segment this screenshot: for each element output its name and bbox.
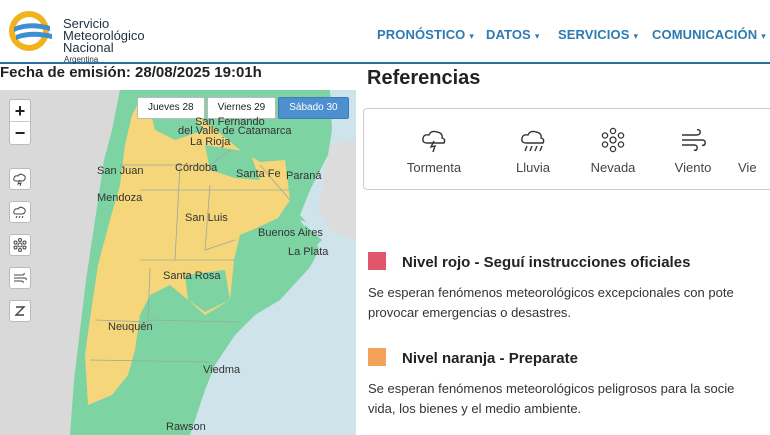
label-san-juan: San Juan	[97, 165, 144, 177]
nav-comunicacion-label: COMUNICACIÓN	[652, 27, 758, 42]
fecha-emision: Fecha de emisión: 28/08/2025 19:01h	[0, 64, 262, 81]
ref-partial: Vie	[738, 125, 770, 175]
nav-servicios-label: SERVICIOS	[558, 27, 630, 42]
layer-rain-button[interactable]	[9, 201, 31, 223]
referencias-title: Referencias	[367, 67, 481, 89]
rain-icon	[521, 130, 545, 152]
label-buenos-aires: Buenos Aires	[258, 227, 323, 239]
label-san-luis: San Luis	[185, 212, 228, 224]
label-mendoza: Mendoza	[97, 192, 143, 204]
chevron-down-icon: ▾	[633, 31, 639, 41]
ref-lluvia-label: Lluvia	[516, 160, 550, 175]
nivel-rojo-desc-2: provocar emergencias o desastres.	[368, 305, 572, 320]
ref-nevada: Nevada	[578, 125, 648, 175]
chevron-down-icon: ▾	[534, 31, 540, 41]
label-cordoba: Córdoba	[175, 162, 218, 174]
label-neuquen: Neuquén	[108, 321, 153, 333]
nivel-naranja-swatch	[368, 348, 386, 366]
nav-datos[interactable]: DATOS ▾	[486, 27, 539, 42]
snow-icon	[601, 127, 625, 153]
nivel-naranja-desc-1: Se esperan fenómenos meteorológicos peli…	[368, 381, 735, 396]
logo-text: Servicio Meteorológico Nacional Argentin…	[63, 17, 145, 66]
label-la-rioja: La Rioja	[190, 136, 231, 148]
smn-logo[interactable]: Servicio Meteorológico Nacional Argentin…	[6, 8, 146, 64]
page: Servicio Meteorológico Nacional Argentin…	[0, 0, 770, 435]
label-parana: Paraná	[286, 170, 322, 182]
zonda-icon	[14, 306, 26, 316]
zoom-out-button[interactable]: −	[10, 122, 30, 144]
wind-icon	[682, 128, 706, 152]
storm-icon	[422, 130, 446, 153]
storm-icon	[13, 173, 26, 187]
ref-viento: Viento	[658, 125, 728, 175]
zoom-in-button[interactable]: +	[10, 100, 30, 122]
layer-snow-button[interactable]	[9, 234, 31, 256]
map-canvas	[0, 90, 356, 435]
smn-logo-icon	[9, 11, 52, 51]
logo-line3: Nacional	[63, 40, 114, 55]
alert-map[interactable]: + − Jueves 28 Viernes 29 Sábado 30 San F…	[0, 90, 356, 435]
nivel-rojo-title: Nivel rojo - Seguí instrucciones oficial…	[402, 254, 691, 271]
ref-nevada-label: Nevada	[590, 160, 636, 175]
rain-icon	[13, 206, 26, 219]
nav-datos-label: DATOS	[486, 27, 531, 42]
snow-icon	[13, 238, 27, 252]
nav-pronostico[interactable]: PRONÓSTICO ▾	[377, 27, 474, 42]
site-header: Servicio Meteorológico Nacional Argentin…	[0, 0, 770, 64]
label-santa-rosa: Santa Rosa	[163, 270, 221, 282]
chevron-down-icon: ▾	[761, 31, 766, 41]
nav-comunicacion[interactable]: COMUNICACIÓN ▾	[652, 27, 766, 42]
nivel-naranja-title: Nivel naranja - Preparate	[402, 350, 578, 367]
layer-zonda-button[interactable]	[9, 300, 31, 322]
label-la-plata: La Plata	[288, 246, 329, 258]
partial-icon	[738, 125, 770, 155]
label-viedma: Viedma	[203, 364, 241, 376]
nivel-naranja-desc-2: vida, los bienes y el medio ambiente.	[368, 401, 582, 416]
nivel-rojo-desc-1: Se esperan fenómenos meteorológicos exce…	[368, 285, 734, 300]
nav-servicios[interactable]: SERVICIOS ▾	[558, 27, 638, 42]
nav-pronostico-label: PRONÓSTICO	[377, 27, 466, 42]
chevron-down-icon: ▾	[469, 31, 475, 41]
label-santa-fe: Santa Fe	[236, 168, 281, 180]
tab-sabado-30[interactable]: Sábado 30	[278, 97, 349, 119]
label-rawson: Rawson	[166, 421, 206, 433]
layer-storm-button[interactable]	[9, 168, 31, 190]
zoom-control: + −	[9, 99, 31, 145]
nivel-rojo-swatch	[368, 252, 386, 270]
layer-wind-button[interactable]	[9, 267, 31, 289]
wind-icon	[14, 272, 27, 284]
ref-lluvia: Lluvia	[498, 125, 568, 175]
ref-partial-label: Vie	[738, 160, 757, 175]
ref-tormenta: Tormenta	[399, 125, 469, 175]
ref-tormenta-label: Tormenta	[406, 160, 462, 175]
referencias-box: Tormenta Lluvia Nevada Viento Vie	[363, 108, 770, 190]
ref-viento-label: Viento	[674, 160, 712, 175]
